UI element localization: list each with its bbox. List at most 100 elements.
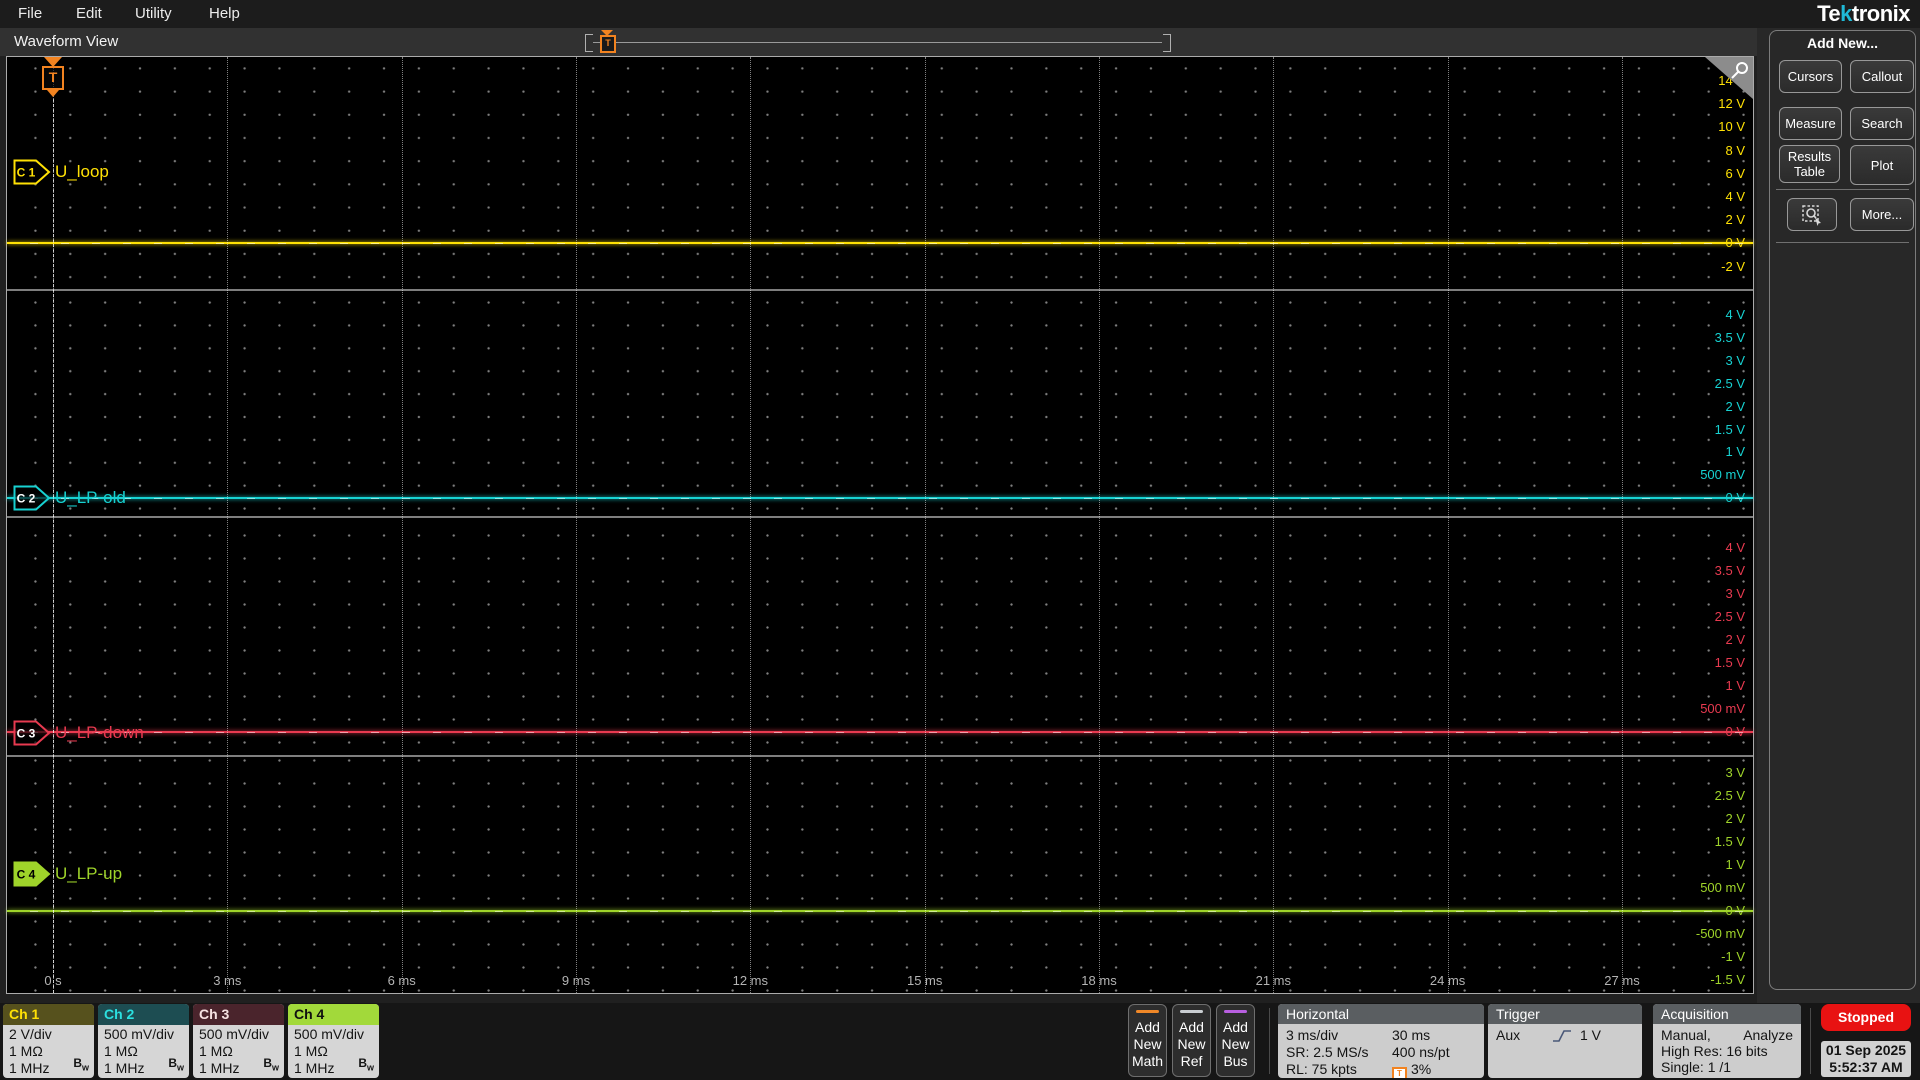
callout-button[interactable]: Callout (1850, 60, 1914, 93)
trigger-title: Trigger (1488, 1004, 1642, 1024)
channel-3-handle[interactable]: C 3 (13, 720, 51, 746)
overview-line (593, 42, 1162, 43)
menu-item-utility[interactable]: Utility (135, 0, 172, 28)
channel-3-label: U_LP-down (55, 723, 144, 742)
scale-label: 1 V (1725, 444, 1745, 460)
waveform-plot[interactable]: 14 V 12 V 10 V8 V6 V4 V2 V0 V -2 V U_loop C 1… (6, 56, 1754, 994)
time-axis-label: 27 ms (1604, 973, 1640, 988)
acquisition-overview-bar[interactable]: T (585, 28, 1171, 56)
channel-4-section: 3 V 2.5 V2 V 1.5 V1 V 500 mV 0 V -500 mV -1 V-… (7, 756, 1753, 993)
acquisition-mode: Manual, (1661, 1027, 1711, 1043)
acquisition-title: Acquisition (1653, 1004, 1801, 1024)
bandwidth-limit-icon: Bw (168, 1055, 184, 1072)
channel-4-label: U_LP-up (55, 864, 123, 883)
bandwidth-limit-icon: Bw (358, 1055, 374, 1072)
cursors-button[interactable]: Cursors (1779, 60, 1842, 93)
trigger-source: Aux (1496, 1027, 1521, 1043)
scale-label: 3.5 V (1714, 329, 1745, 345)
scale-label: -500 mV (1695, 926, 1745, 941)
channel-badge-ch3[interactable]: Ch 3 500 mV/div 1 MΩ 1 MHz Bw (193, 1004, 284, 1078)
section-divider (7, 289, 1753, 291)
time-axis-label: 21 ms (1255, 973, 1291, 988)
date-label: 01 Sep 2025 (1825, 1042, 1907, 1058)
tektronix-logo: Tektronix (1817, 1, 1910, 26)
scale-label: -1 V (1721, 949, 1745, 964)
rising-edge-icon (1553, 1030, 1571, 1042)
scale-label: 2.5 V (1714, 788, 1745, 803)
vertical-scale: 500 mV/div (199, 1026, 270, 1042)
time-axis-label: 3 ms (213, 973, 242, 988)
menu-item-file[interactable]: File (18, 0, 42, 28)
channel-badge-ch2[interactable]: Ch 2 500 mV/div 1 MΩ 1 MHz Bw (98, 1004, 189, 1078)
date-time-display: 01 Sep 2025 5:52:37 AM (1821, 1041, 1911, 1077)
acquisition-badge[interactable]: Acquisition Manual, Analyze High Res: 16… (1653, 1004, 1801, 1078)
menu-item-edit[interactable]: Edit (76, 0, 102, 28)
add-new-panel: Add New... Cursors Callout Measure Searc… (1769, 30, 1916, 990)
sidebar-divider (1776, 242, 1909, 243)
record-length: RL: 75 kpts (1286, 1061, 1357, 1077)
trigger-badge[interactable]: Trigger Aux 1 V (1488, 1004, 1642, 1078)
channel-2-handle[interactable]: C 2 (13, 485, 51, 511)
scale-label: 4 V (1725, 307, 1745, 322)
trigger-position-line (53, 99, 54, 993)
sidebar-divider (1776, 189, 1909, 190)
svg-text:C 1: C 1 (17, 166, 36, 180)
scale-label: 6 V (1725, 165, 1745, 181)
bottom-settings-bar: Ch 12 V/div 1 MΩ 1 MHz Bw Ch 2 500 mV/div 1 MΩ… (0, 1003, 1920, 1080)
channel-badge-ch4[interactable]: Ch 4 500 mV/div 1 MΩ 1 MHz Bw (288, 1004, 379, 1078)
scale-label: 4 V (1725, 189, 1745, 204)
svg-text:C 3: C 3 (17, 727, 36, 741)
channel-badge-title: Ch 4 (288, 1004, 379, 1025)
major-gridline (750, 57, 752, 993)
section-divider (7, 516, 1753, 518)
scale-label: 3.5 V (1714, 563, 1745, 578)
svg-text:C 2: C 2 (17, 492, 36, 506)
results-table-button[interactable]: Results Table (1779, 145, 1840, 183)
add-new-bus-button[interactable]: Add New Bus (1216, 1004, 1255, 1077)
scale-label: 2.5 V (1714, 375, 1745, 391)
channel-badge-ch1[interactable]: Ch 12 V/div 1 MΩ 1 MHz Bw (3, 1004, 94, 1078)
resolution: 400 ns/pt (1392, 1044, 1450, 1060)
scale-label: 500 mV (1700, 880, 1745, 895)
waveform-view-tab[interactable]: Waveform View T (0, 28, 1757, 56)
plot-button[interactable]: Plot (1850, 145, 1914, 185)
menu-bar: File Edit Utility Help Tektronix (0, 0, 1920, 29)
trigger-level: 1 V (1580, 1027, 1602, 1043)
scale-label: 3 V (1725, 352, 1745, 368)
scale-label: 4 V (1725, 540, 1745, 555)
add-new-ref-button[interactable]: Add New Ref (1172, 1004, 1211, 1077)
add-new-line: Add (1223, 1019, 1248, 1035)
menu-item-help[interactable]: Help (209, 0, 240, 28)
more-button[interactable]: More... (1850, 198, 1914, 231)
scale-label: 1.5 V (1714, 655, 1745, 670)
scale-label: 1 V (1725, 857, 1745, 872)
sample-rate: SR: 2.5 MS/s (1286, 1044, 1369, 1060)
right-sidebar: Add New... Cursors Callout Measure Searc… (1757, 28, 1920, 1003)
separator (1269, 1008, 1270, 1074)
search-button[interactable]: Search (1850, 107, 1914, 140)
scale-label: 2 V (1725, 811, 1745, 826)
overview-left-bracket[interactable] (585, 34, 593, 52)
channel-badge-settings: 500 mV/div 1 MΩ 1 MHz Bw (193, 1025, 284, 1078)
add-new-math-button[interactable]: Add New Math (1128, 1004, 1167, 1077)
channel-3-trace (7, 731, 1753, 733)
trigger-position-icon: T (1392, 1067, 1407, 1078)
add-new-line: New (1133, 1036, 1162, 1052)
major-gridline (1447, 57, 1449, 993)
horizontal-badge[interactable]: Horizontal 3 ms/div 30 ms SR: 2.5 MS/s 4… (1278, 1004, 1484, 1078)
overview-right-bracket[interactable] (1163, 34, 1171, 52)
measure-button[interactable]: Measure (1779, 107, 1842, 140)
overview-trigger-icon[interactable]: T (600, 35, 616, 53)
channel-4-handle[interactable]: C 4 (13, 861, 51, 887)
bandwidth-limit-icon: Bw (73, 1055, 89, 1072)
zoom-select-button[interactable] (1787, 198, 1837, 231)
time-axis-label: 15 ms (906, 973, 943, 988)
major-gridline (576, 57, 577, 993)
channel-1-handle[interactable]: C 1 (13, 159, 51, 185)
channel-1-section: 14 V 12 V 10 V8 V6 V4 V2 V0 V -2 V U_loop C 1 (7, 57, 1753, 290)
trigger-marker-icon[interactable]: T (42, 66, 64, 90)
svg-text:C 4: C 4 (17, 868, 36, 882)
run-stop-status-button[interactable]: Stopped (1821, 1004, 1911, 1031)
scale-label: 8 V (1725, 142, 1745, 158)
major-gridline (401, 57, 403, 993)
